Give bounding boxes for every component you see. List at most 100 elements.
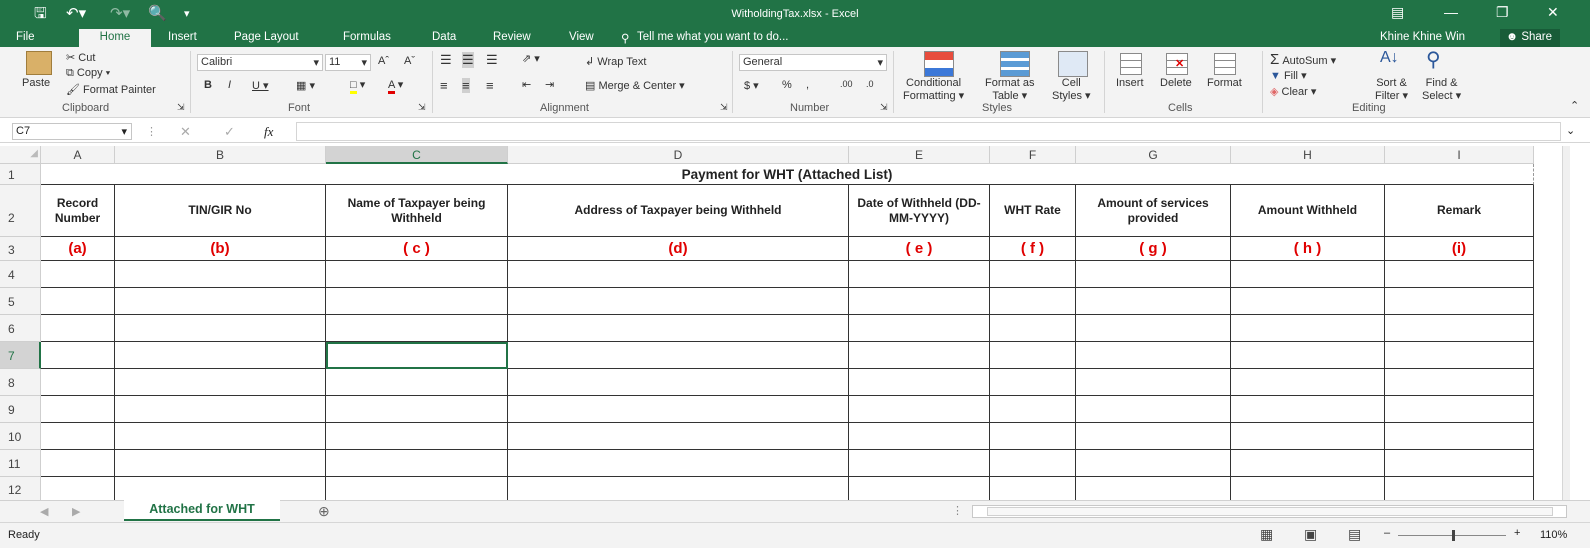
bold-button[interactable]: B [204,79,212,91]
table-cell[interactable] [115,342,326,369]
alignment-launcher-icon[interactable]: ⇲ [720,102,728,113]
row-header-5[interactable]: 5 [0,288,41,315]
new-sheet-icon[interactable]: ⊕ [318,503,330,520]
column-code-cell[interactable]: (a) [41,237,115,261]
italic-button[interactable]: I [228,79,231,91]
column-code-cell[interactable]: (d) [508,237,849,261]
decrease-decimal-icon[interactable]: .0 [866,79,874,89]
table-cell[interactable] [115,288,326,315]
table-cell[interactable] [1385,342,1534,369]
table-cell[interactable] [1385,288,1534,315]
table-cell[interactable] [849,477,990,501]
table-cell[interactable] [1231,288,1385,315]
table-cell[interactable] [990,261,1076,288]
paste-button[interactable]: Paste [22,77,50,89]
table-cell[interactable] [849,342,990,369]
tab-split-grip-icon[interactable]: ⋮ [952,504,963,517]
table-cell[interactable] [41,369,115,396]
increase-indent-icon[interactable]: ⇥ [545,78,554,91]
table-cell[interactable] [115,477,326,501]
align-right-icon[interactable]: ≡ [486,78,494,93]
copy-button[interactable]: ⧉ Copy ▾ [66,67,110,80]
horizontal-scroll-thumb[interactable] [987,507,1553,516]
column-header-c[interactable]: C [326,146,508,164]
insert-function-icon[interactable]: fx [264,124,273,140]
scroll-tabs-left-icon[interactable]: ◀ [40,505,48,518]
table-header-cell[interactable]: TIN/GIR No [115,185,326,237]
delete-cells-icon[interactable]: ✕ [1166,53,1188,75]
table-cell[interactable] [1076,261,1231,288]
table-header-cell[interactable]: Name of Taxpayer being Withheld [326,185,508,237]
close-button[interactable]: ✕ [1547,4,1559,21]
table-header-cell[interactable]: Address of Taxpayer being Withheld [508,185,849,237]
minimize-button[interactable]: — [1444,4,1458,20]
column-code-cell[interactable]: (i) [1385,237,1534,261]
table-cell[interactable] [990,477,1076,501]
table-cell[interactable] [326,261,508,288]
table-cell[interactable] [990,342,1076,369]
percent-icon[interactable]: % [782,79,792,91]
table-cell[interactable] [1076,342,1231,369]
font-launcher-icon[interactable]: ⇲ [418,102,426,113]
table-cell[interactable] [1385,315,1534,342]
table-cell[interactable] [1385,477,1534,501]
row-header-11[interactable]: 11 [0,450,41,477]
fill-color-icon[interactable]: □ ▾ [350,78,365,94]
share-button[interactable]: ☻ Share [1500,29,1560,47]
table-cell[interactable] [508,288,849,315]
fill-button[interactable]: ▼ Fill ▾ [1270,69,1307,82]
row-header-8[interactable]: 8 [0,369,41,396]
row-header-7[interactable]: 7 [0,342,41,369]
table-cell[interactable] [508,315,849,342]
underline-button[interactable]: U ▾ [252,79,269,92]
table-cell[interactable] [1231,261,1385,288]
table-cell[interactable] [1231,477,1385,501]
table-cell[interactable] [1231,369,1385,396]
table-cell[interactable] [41,342,115,369]
table-cell[interactable] [41,396,115,423]
worksheet-grid[interactable]: ◢ ABCDEFGHI 1 2 3 4 5 6 7 8 9 10 11 12 Payment for … [0,146,1570,501]
table-cell[interactable] [849,396,990,423]
table-cell[interactable] [849,288,990,315]
table-header-cell[interactable]: WHT Rate [990,185,1076,237]
tab-data[interactable]: Data [432,31,456,43]
align-center-icon[interactable]: ≡ [462,78,470,93]
row-header-9[interactable]: 9 [0,396,41,423]
table-cell[interactable] [1076,423,1231,450]
table-cell[interactable] [1231,423,1385,450]
conditional-formatting-icon[interactable] [924,51,954,77]
table-cell[interactable] [508,261,849,288]
zoom-in-icon[interactable]: + [1514,527,1520,539]
number-launcher-icon[interactable]: ⇲ [880,102,888,113]
table-cell[interactable] [1385,396,1534,423]
column-header-f[interactable]: F [990,146,1076,164]
table-cell[interactable] [508,450,849,477]
table-cell[interactable] [508,342,849,369]
selected-cell-c7[interactable] [326,342,508,369]
format-painter-button[interactable]: 🖌 Format Painter [66,83,156,96]
sort-filter-button[interactable]: Sort & Filter ▾ [1375,77,1408,102]
row-header-4[interactable]: 4 [0,261,41,288]
zoom-slider-thumb[interactable] [1452,530,1455,541]
ribbon-display-icon[interactable]: ▤ [1391,4,1404,21]
table-cell[interactable] [1231,342,1385,369]
scroll-tabs-right-icon[interactable]: ▶ [72,505,80,518]
tab-file[interactable]: File [16,31,35,43]
page-layout-view-icon[interactable]: ▣ [1304,526,1317,543]
table-header-cell[interactable]: Amount Withheld [1231,185,1385,237]
align-middle-icon[interactable]: ☰ [462,52,474,68]
align-bottom-icon[interactable]: ☰ [486,52,498,68]
increase-decimal-icon[interactable]: .00 [840,79,853,89]
select-all-corner[interactable]: ◢ [0,146,41,164]
tab-view[interactable]: View [569,31,594,43]
format-cells-icon[interactable] [1214,53,1236,75]
column-code-cell[interactable]: ( h ) [1231,237,1385,261]
row-header-1[interactable]: 1 [0,164,41,185]
table-cell[interactable] [990,423,1076,450]
restore-button[interactable]: ❐ [1496,4,1509,21]
collapse-ribbon-icon[interactable]: ⌃ [1570,99,1579,112]
table-cell[interactable] [326,450,508,477]
table-cell[interactable] [1076,288,1231,315]
sort-filter-icon[interactable]: A↓ [1380,49,1399,67]
row-header-12[interactable]: 12 [0,477,41,501]
